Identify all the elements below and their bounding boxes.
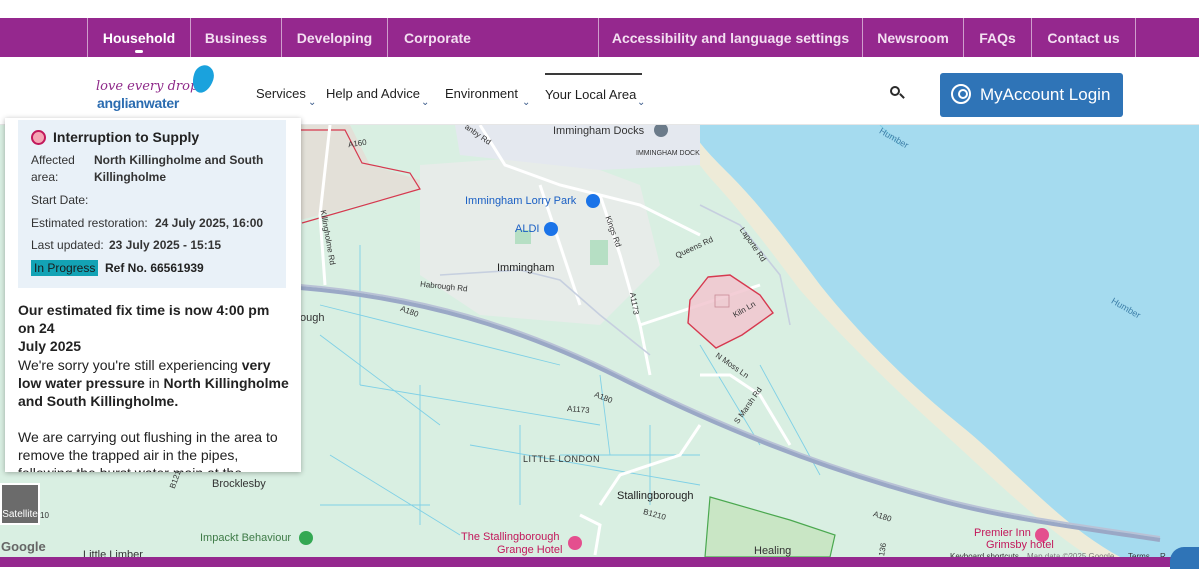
nav-services-label: Services: [256, 85, 306, 101]
incident-details-panel: Interruption to Supply Affected area: No…: [5, 118, 301, 472]
fix-time-line-2: July 2025: [18, 338, 82, 354]
tab-contact-us[interactable]: Contact us: [1031, 18, 1136, 57]
start-date-label: Start Date:: [31, 193, 89, 207]
road-label-a1173-2: A1173: [566, 404, 590, 415]
tab-household-label: Household: [102, 29, 176, 46]
flushing-line-2: remove the trapped air in the pipes,: [18, 447, 239, 463]
water-drop-alert-icon: [31, 130, 46, 145]
apology-text-c: low water pressure: [18, 375, 145, 391]
road-label-10: 10: [40, 511, 49, 520]
apology-text-b: very: [241, 357, 271, 373]
map-label-aldi: ALDI: [515, 223, 540, 235]
tab-newsroom-label: Newsroom: [877, 29, 949, 46]
nav-environment-label: Environment: [445, 85, 518, 101]
tab-contact-label: Contact us: [1047, 29, 1120, 46]
last-updated-label: Last updated:: [31, 238, 104, 252]
site-header: love every drop anglianwater Services ⌄ …: [0, 57, 1199, 125]
google-logo: Google: [1, 539, 46, 554]
apology-text-d: in: [144, 375, 164, 391]
tab-newsroom[interactable]: Newsroom: [862, 18, 963, 57]
flushing-line-1: We are carrying out flushing in the area…: [18, 429, 278, 445]
nav-environment[interactable]: Environment ⌄: [445, 73, 530, 113]
apology-paragraph: We're sorry you're still experiencing ve…: [18, 356, 290, 410]
fix-time-headline: Our estimated fix time is now 4:00 pm on…: [18, 301, 290, 355]
nav-help-and-advice[interactable]: Help and Advice ⌄: [326, 73, 429, 113]
apology-text-e: North Killingholme: [163, 375, 289, 391]
tab-faqs-label: FAQs: [979, 29, 1016, 46]
map-label-impackt: Impackt Behaviour: [200, 532, 292, 544]
incident-title: Interruption to Supply: [53, 129, 200, 145]
chevron-down-icon: ⌄: [637, 97, 646, 108]
top-strip: [0, 0, 1199, 18]
tab-corporate-label: Corporate: [404, 29, 471, 46]
reference-number: Ref No. 66561939: [105, 261, 204, 275]
myaccount-login-button[interactable]: MyAccount Login: [940, 73, 1123, 117]
map-label-little-london: LITTLE LONDON: [523, 454, 601, 464]
fix-time-line-1: Our estimated fix time is now 4:00 pm on…: [18, 302, 270, 336]
last-updated-value: 23 July 2025 - 15:15: [109, 238, 222, 252]
map-label-premier-inn-line2: Grimsby hotel: [986, 539, 1054, 551]
chevron-down-icon: ⌄: [522, 97, 531, 108]
logo-tagline: love every drop: [96, 79, 199, 94]
apology-text-f: and South Killingholme.: [18, 393, 179, 409]
map-label-immingham: Immingham: [497, 262, 555, 274]
map-label-hotel-line1: The Stallingborough: [461, 531, 560, 543]
nav-services[interactable]: Services ⌄: [256, 73, 316, 113]
map-label-hotel-line2: Grange Hotel: [497, 544, 563, 556]
search-icon[interactable]: [889, 85, 905, 101]
nav-your-local-area[interactable]: Your Local Area ⌄: [545, 73, 646, 113]
map-label-healing: Healing: [754, 545, 792, 557]
active-indicator: [135, 50, 143, 53]
map-label-premier-inn-line1: Premier Inn: [974, 527, 1031, 539]
map-label-lorry-park: Immingham Lorry Park: [465, 195, 577, 207]
restoration-value: 24 July 2025, 16:00: [155, 216, 264, 230]
affected-area-label-1: Affected: [31, 153, 75, 167]
chevron-down-icon: ⌄: [308, 97, 317, 108]
tab-developing-label: Developing: [296, 29, 373, 46]
map-label-ough: ough: [300, 312, 325, 324]
map-label-little-limber: Little Limber: [83, 549, 143, 557]
footer-bar: [0, 557, 1199, 567]
affected-area-value-2: Killingholme: [94, 170, 166, 184]
affected-area-label-2: area:: [31, 170, 59, 184]
satellite-label: Satellite: [2, 509, 38, 520]
tab-developing[interactable]: Developing: [281, 18, 387, 57]
nav-help-label: Help and Advice: [326, 85, 420, 101]
satellite-toggle-button[interactable]: Satellite: [0, 483, 40, 525]
restoration-label: Estimated restoration:: [31, 216, 148, 230]
chat-widget-button[interactable]: [1170, 547, 1199, 569]
login-label: MyAccount Login: [980, 85, 1111, 104]
map-label-brocklesby: Brocklesby: [212, 478, 266, 490]
tab-accessibility-label: Accessibility and language settings: [611, 29, 850, 46]
map-label-immingham-dock: IMMINGHAM DOCK: [636, 150, 700, 157]
tab-corporate[interactable]: Corporate: [387, 18, 487, 57]
affected-area-value-1: North Killingholme and South: [94, 153, 264, 167]
tab-household[interactable]: Household: [87, 18, 190, 57]
status-badge: In Progress: [31, 260, 99, 276]
nav-local-area-label: Your Local Area: [545, 86, 637, 102]
incident-card: Interruption to Supply Affected area: No…: [18, 120, 286, 288]
map-label-immingham-docks: Immingham Docks: [553, 125, 645, 137]
anglian-water-logo[interactable]: love every drop anglianwater: [96, 62, 218, 113]
tab-faqs[interactable]: FAQs: [963, 18, 1031, 57]
tab-business-label: Business: [204, 29, 268, 46]
tab-accessibility[interactable]: Accessibility and language settings: [598, 18, 862, 57]
tab-business[interactable]: Business: [190, 18, 281, 57]
flushing-line-3: following the burst water main at the: [18, 464, 290, 472]
flushing-paragraph: We are carrying out flushing in the area…: [18, 428, 290, 472]
chevron-down-icon: ⌄: [421, 97, 430, 108]
apology-text-a: We're sorry you're still experiencing: [18, 357, 242, 373]
top-navigation-bar: Household Business Developing Corporate …: [0, 18, 1199, 57]
logo-wordmark: anglianwater: [97, 95, 179, 111]
user-icon: [951, 84, 971, 104]
map-label-stallingborough: Stallingborough: [617, 490, 694, 502]
